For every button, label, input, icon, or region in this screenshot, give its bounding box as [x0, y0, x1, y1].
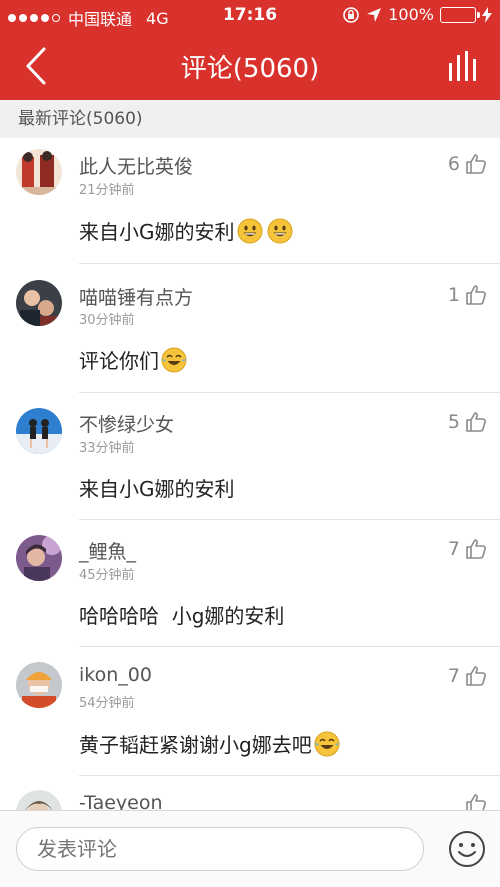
like-count: 7: [447, 665, 460, 687]
like-button[interactable]: 7: [448, 664, 488, 688]
avatar[interactable]: [16, 535, 62, 581]
comment-item: 喵喵锤有点方 30分钟前 1 评论你们: [0, 264, 500, 393]
avatar[interactable]: [16, 790, 62, 810]
comment-item: -Taeyeon: [0, 776, 500, 810]
like-button[interactable]: [460, 792, 488, 810]
like-count: 5: [447, 411, 460, 433]
bar-chart-icon: [449, 51, 476, 81]
orientation-lock-icon: [343, 6, 360, 23]
thumbs-up-icon: [466, 539, 486, 559]
location-arrow-icon: [367, 7, 382, 22]
comment-username[interactable]: -Taeyeon: [79, 792, 163, 810]
smiley-face-icon[interactable]: [448, 830, 486, 868]
comment-username[interactable]: _鲤魚_: [79, 537, 136, 564]
comment-text: 哈哈哈哈 小g娜的安利: [79, 604, 285, 628]
battery-icon: [440, 6, 480, 23]
battery-percent: 100%: [388, 5, 434, 24]
comment-text-row: 黄子韬赶紧谢谢小g娜去吧: [79, 729, 340, 758]
comment-list[interactable]: 此人无比英俊 21分钟前 6 来自小G娜的安利 喵喵锤有点方 30分钟前 1 评…: [0, 138, 500, 810]
like-count: 1: [447, 284, 460, 306]
comment-text: 黄子韬赶紧谢谢小g娜去吧: [79, 733, 312, 757]
like-button[interactable]: 7: [448, 537, 488, 561]
thumbs-up-icon: [466, 794, 486, 810]
comment-item: 不惨绿少女 33分钟前 5 来自小G娜的安利: [0, 393, 500, 520]
nav-bar: 评论(5060): [0, 32, 500, 100]
avatar[interactable]: [16, 408, 62, 454]
comment-item: _鲤魚_ 45分钟前 7 哈哈哈哈 小g娜的安利: [0, 520, 500, 647]
comment-time: 21分钟前: [79, 183, 135, 198]
like-button[interactable]: 1: [448, 283, 488, 307]
thumbs-up-icon: [466, 412, 486, 432]
comment-text-row: 评论你们: [79, 345, 187, 374]
status-bar: 中国联通 4G 17:16 100%: [0, 0, 500, 32]
laughing-tears-emoji-icon: [314, 731, 340, 756]
grinning-face-emoji-icon: [237, 218, 262, 243]
comment-username[interactable]: 喵喵锤有点方: [79, 283, 193, 310]
like-button[interactable]: 5: [448, 410, 488, 434]
comment-text-row: 来自小G娜的安利: [79, 216, 293, 245]
comment-compose-bar: [0, 810, 500, 887]
avatar[interactable]: [16, 149, 62, 195]
comment-text-row: 哈哈哈哈 小g娜的安利: [79, 600, 284, 629]
thumbs-up-icon: [466, 154, 486, 174]
charging-bolt-icon: [482, 6, 492, 23]
comment-item: 此人无比英俊 21分钟前 6 来自小G娜的安利: [0, 138, 500, 264]
like-count: 6: [447, 153, 460, 175]
comment-text: 来自小G娜的安利: [79, 220, 235, 244]
comment-time: 33分钟前: [79, 441, 135, 456]
comment-text: 评论你们: [79, 349, 159, 373]
page-title: 评论(5060): [180, 54, 320, 84]
comment-username[interactable]: ikon_00: [79, 664, 152, 686]
comment-text: 来自小G娜的安利: [79, 477, 235, 501]
comment-username[interactable]: 不惨绿少女: [79, 410, 174, 437]
comment-time: 45分钟前: [79, 568, 135, 583]
comment-input[interactable]: [16, 827, 424, 871]
comment-text-row: 来自小G娜的安利: [79, 473, 235, 502]
grinning-face-emoji-icon: [267, 218, 292, 243]
comment-time: 54分钟前: [79, 696, 135, 711]
section-header: 最新评论(5060): [0, 100, 500, 138]
app-header: 中国联通 4G 17:16 100% 评论(5060): [0, 0, 500, 100]
laughing-tears-emoji-icon: [161, 347, 187, 372]
comment-time: 30分钟前: [79, 313, 135, 328]
like-count: 7: [447, 538, 460, 560]
avatar[interactable]: [16, 280, 62, 326]
comment-item: ikon_00 54分钟前 7 黄子韬赶紧谢谢小g娜去吧: [0, 647, 500, 776]
comment-username[interactable]: 此人无比英俊: [79, 152, 193, 179]
like-button[interactable]: 6: [448, 152, 488, 176]
avatar[interactable]: [16, 662, 62, 708]
thumbs-up-icon: [466, 285, 486, 305]
thumbs-up-icon: [466, 666, 486, 686]
stats-button[interactable]: [442, 44, 486, 88]
